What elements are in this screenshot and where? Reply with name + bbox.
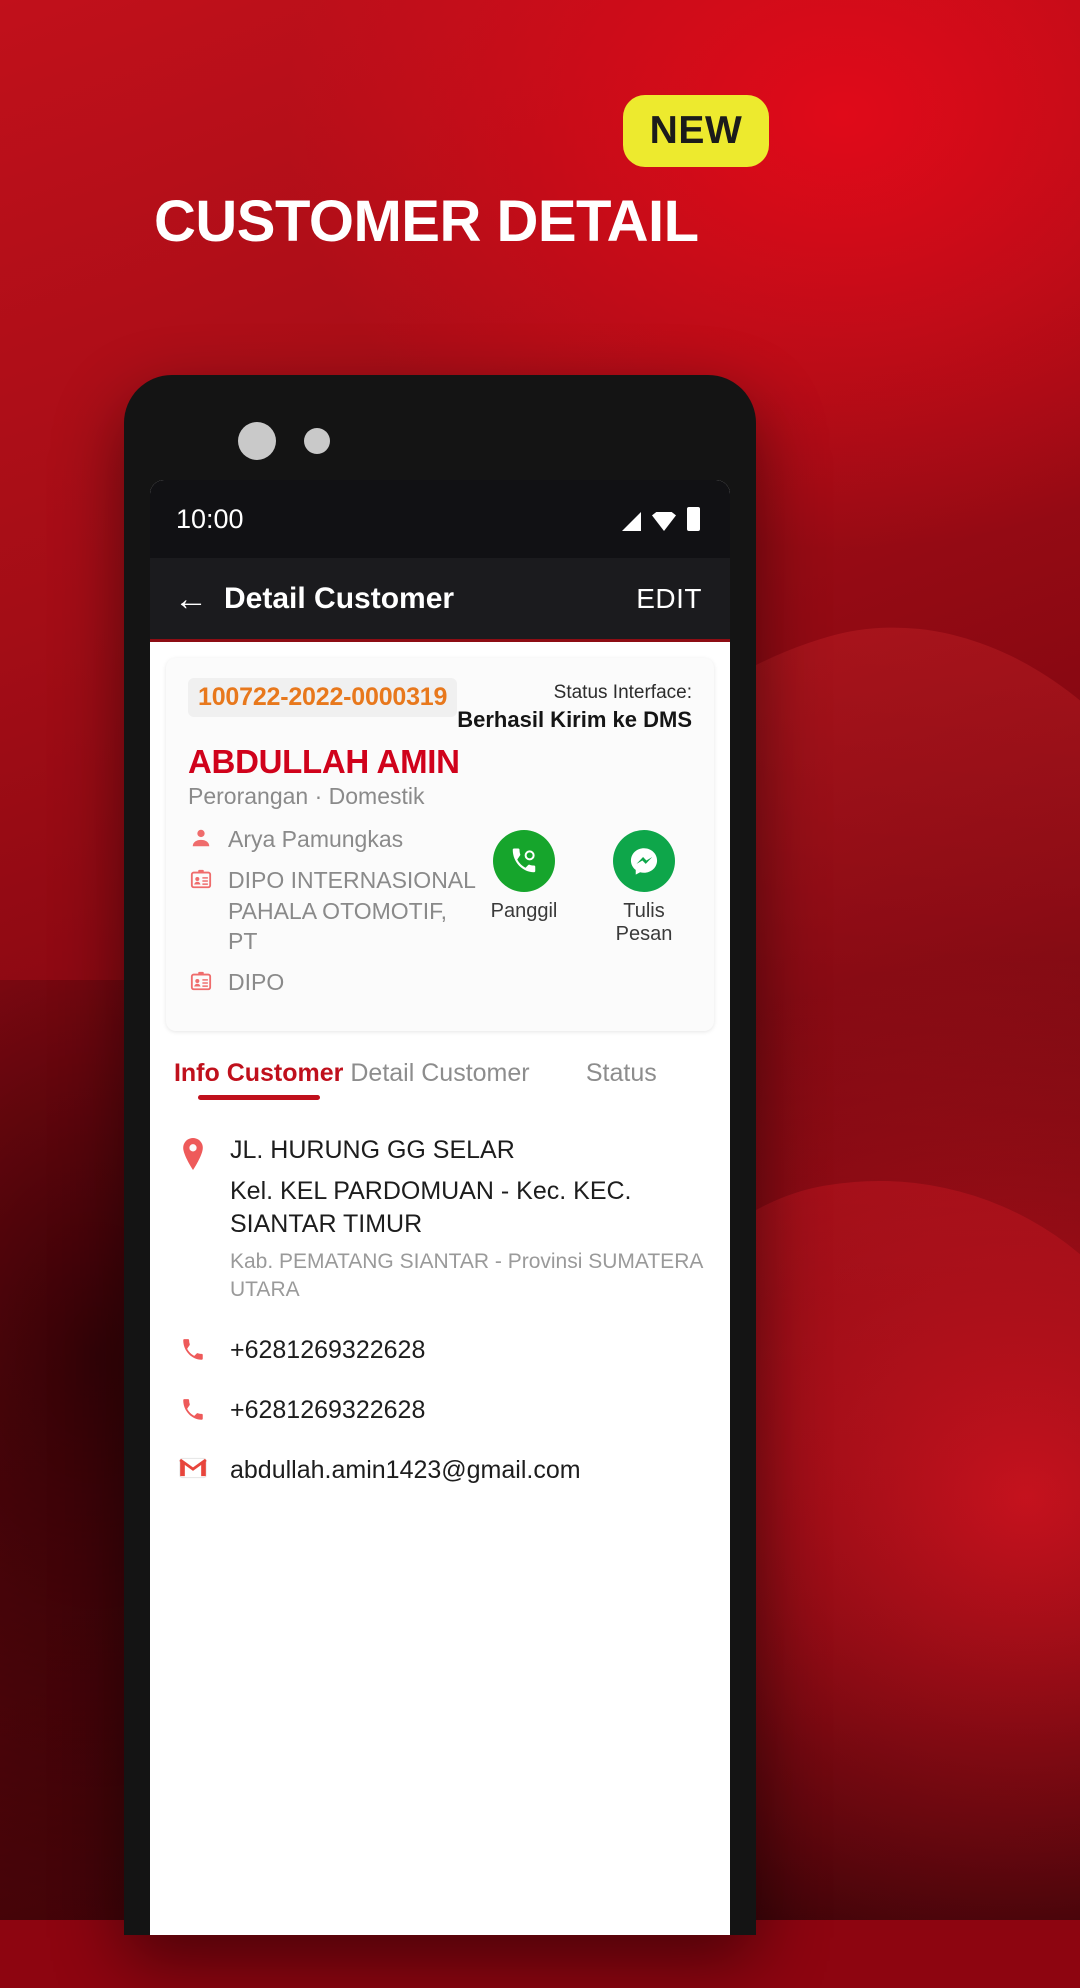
edit-button[interactable]: EDIT xyxy=(636,583,702,615)
detail-list: JL. HURUNG GG SELAR Kel. KEL PARDOMUAN -… xyxy=(150,1099,730,1485)
message-action-label: Tulis Pesan xyxy=(615,900,673,945)
call-action-label: Panggil xyxy=(490,900,558,922)
camera-lens-large-icon xyxy=(238,422,276,460)
address-row: JL. HURUNG GG SELAR Kel. KEL PARDOMUAN -… xyxy=(176,1134,704,1305)
phone-mockup: 10:00 ← Detail Customer EDIT 100722-2022… xyxy=(124,375,756,1935)
list-item: DIPO xyxy=(188,967,478,997)
status-interface-block: Status Interface: Berhasil Kirim ke DMS xyxy=(457,678,692,733)
status-bar-clock: 10:00 xyxy=(176,503,244,534)
phone-row[interactable]: +6281269322628 xyxy=(176,1333,704,1365)
phone-camera-cluster xyxy=(238,422,330,460)
tab-label: Info Customer xyxy=(173,1058,344,1087)
customer-id-chip: 100722-2022-0000319 xyxy=(188,678,458,717)
list-item-label: Arya Pamungkas xyxy=(228,826,404,852)
customer-subtitle: Perorangan · Domestik xyxy=(188,783,425,809)
tab-label: Status xyxy=(585,1058,657,1087)
message-action[interactable]: Tulis Pesan xyxy=(598,830,690,946)
list-item: DIPO INTERNASIONAL PAHALA OTOMOTIF, PT xyxy=(188,865,478,956)
app-bar: ← Detail Customer EDIT xyxy=(150,558,730,642)
app-bar-title: Detail Customer xyxy=(224,581,455,615)
tab-info-customer[interactable]: Info Customer xyxy=(168,1059,349,1100)
customer-card: 100722-2022-0000319 Status Interface: Be… xyxy=(166,658,714,1031)
customer-actions: Panggil Tulis Pesan xyxy=(478,824,692,946)
list-item-label: DIPO INTERNASIONAL PAHALA OTOMOTIF, PT xyxy=(228,867,476,955)
page-title: CUSTOMER DETAIL xyxy=(154,189,699,254)
list-item: Arya Pamungkas xyxy=(188,824,478,854)
call-action[interactable]: Panggil xyxy=(478,830,570,946)
messenger-icon[interactable] xyxy=(613,830,675,892)
status-bar: 10:00 xyxy=(150,480,730,558)
address-district: Kel. KEL PARDOMUAN - Kec. KEC. SIANTAR T… xyxy=(230,1176,632,1239)
wifi-icon xyxy=(652,512,676,531)
tab-status[interactable]: Status xyxy=(531,1059,712,1100)
list-item-label: DIPO xyxy=(228,969,285,996)
phone-number: +6281269322628 xyxy=(230,1335,426,1364)
new-badge-label: NEW xyxy=(649,109,743,152)
customer-name: ABDULLAH AMIN xyxy=(188,743,460,780)
status-interface-value: Berhasil Kirim ke DMS xyxy=(457,707,692,732)
address-body: JL. HURUNG GG SELAR Kel. KEL PARDOMUAN -… xyxy=(230,1134,704,1305)
email-address: abdullah.amin1423@gmail.com xyxy=(230,1455,581,1484)
phone-row[interactable]: +6281269322628 xyxy=(176,1393,704,1425)
app-bar-left: ← Detail Customer xyxy=(174,582,454,616)
customer-card-header: 100722-2022-0000319 Status Interface: Be… xyxy=(188,678,692,733)
battery-icon xyxy=(687,507,700,531)
status-bar-icons xyxy=(622,507,700,531)
camera-lens-small-icon xyxy=(304,428,330,454)
id-card-icon xyxy=(188,967,214,992)
tab-bar: Info Customer Detail Customer Status xyxy=(150,1030,730,1100)
phone-number: +6281269322628 xyxy=(230,1395,426,1424)
tab-label: Detail Customer xyxy=(350,1058,530,1087)
phone-icon xyxy=(176,1333,210,1363)
signal-icon xyxy=(622,512,641,531)
arrow-left-icon[interactable]: ← xyxy=(174,582,208,616)
address-region: Kab. PEMATANG SIANTAR - Provinsi SUMATER… xyxy=(230,1250,703,1302)
phone-call-icon[interactable] xyxy=(493,830,555,892)
person-icon xyxy=(188,824,214,849)
phone-icon xyxy=(176,1393,210,1423)
email-row[interactable]: abdullah.amin1423@gmail.com xyxy=(176,1453,704,1485)
customer-card-body: Arya Pamungkas DIPO INTERNASIONAL PAHALA… xyxy=(188,824,692,1009)
tab-detail-customer[interactable]: Detail Customer xyxy=(349,1059,530,1100)
phone-screen: 10:00 ← Detail Customer EDIT 100722-2022… xyxy=(150,480,730,1935)
address-street: JL. HURUNG GG SELAR xyxy=(230,1135,515,1164)
location-pin-icon xyxy=(176,1134,210,1170)
customer-card-wrapper: 100722-2022-0000319 Status Interface: Be… xyxy=(150,642,730,1031)
new-badge: NEW xyxy=(623,95,769,167)
status-interface-label: Status Interface: xyxy=(553,682,692,703)
gmail-icon xyxy=(176,1453,210,1479)
id-card-icon xyxy=(188,865,214,890)
customer-info-list: Arya Pamungkas DIPO INTERNASIONAL PAHALA… xyxy=(188,824,478,1009)
